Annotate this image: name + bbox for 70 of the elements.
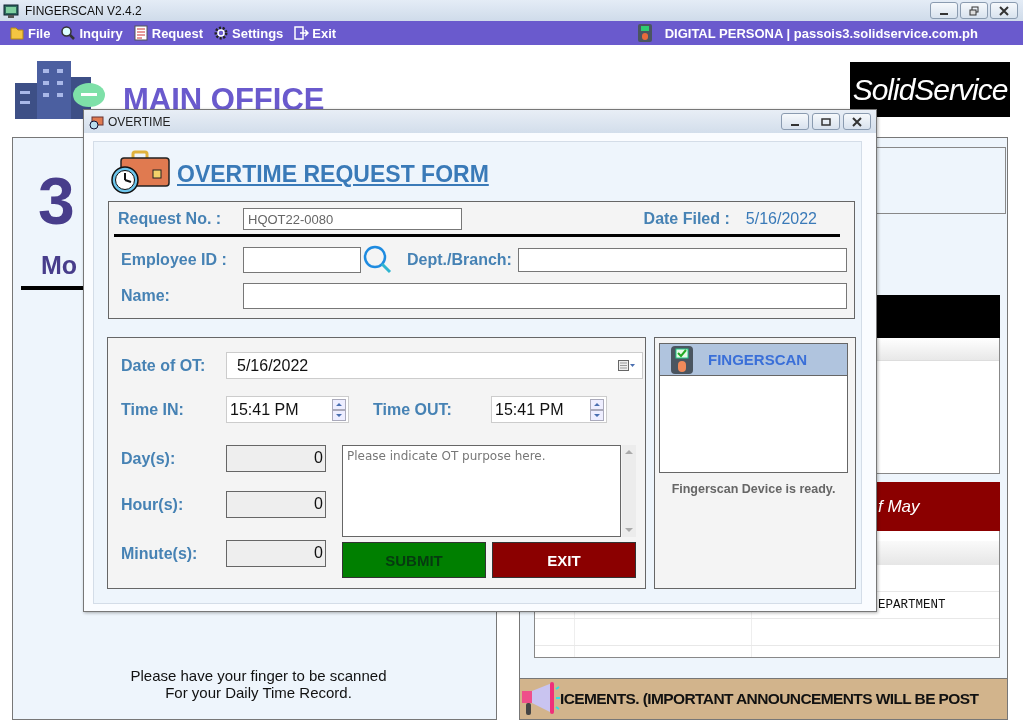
field-label: Name: (120, 287, 171, 305)
document-icon (132, 25, 149, 41)
instruction-text: Please have your finger to be scanned (130, 667, 387, 684)
menu-item[interactable]: Settings (210, 22, 291, 44)
megaphone-icon (520, 681, 560, 717)
maximize-button[interactable] (812, 113, 840, 130)
folder-icon (9, 25, 25, 41)
spin-arrows-icon[interactable] (590, 398, 604, 421)
menu-item[interactable]: File (6, 22, 58, 44)
duration-field: 0 (226, 491, 326, 518)
dept-branch-field[interactable] (517, 248, 847, 272)
field-label: Employee ID : (120, 251, 228, 269)
device-info: DIGITAL PERSONA | passois3.solidservice.com.ph (664, 25, 978, 41)
scanner-icon (636, 23, 653, 43)
purpose-field[interactable]: Please indicate OT purpose here. (342, 445, 621, 537)
scrollbar[interactable] (622, 445, 636, 537)
table-cell: EPARTMENT (878, 598, 946, 612)
field-label: Dept./Branch: (407, 251, 512, 269)
calendar-icon[interactable] (618, 359, 636, 372)
banner-text: f May (878, 496, 920, 517)
close-icon (998, 5, 1010, 16)
request-number-field[interactable]: HQOT22-0080 (243, 208, 462, 230)
instruction-text: For your Daily Time Record. (165, 684, 352, 701)
date-filed-value: 5/16/2022 (745, 210, 817, 228)
date-picker[interactable]: 5/16/2022 (226, 352, 643, 379)
time-in-field[interactable]: 15:41 PM (226, 396, 349, 423)
menu-item[interactable]: Request (129, 22, 211, 44)
employee-id-field[interactable] (243, 247, 361, 273)
announcement-text: ICEMENTS. (IMPORTANT ANNOUNCEMENTS WILL BE POST (560, 690, 979, 708)
field-label: Minute(s): (121, 544, 199, 563)
minimize-button[interactable] (781, 113, 809, 130)
office-title: MAIN OFFICE (123, 84, 325, 115)
menu-item[interactable]: Exit (290, 22, 344, 44)
company-logo: SolidService (850, 62, 1010, 117)
app-icon (3, 2, 19, 19)
field-label: Day(s): (121, 449, 177, 468)
dialog-title: OVERTIME (108, 114, 171, 129)
restore-button[interactable] (960, 2, 988, 19)
restore-icon (968, 5, 980, 16)
field-label: Request No. : (118, 210, 223, 228)
count-number: 3 (37, 168, 75, 234)
close-button[interactable] (990, 2, 1018, 19)
maximize-icon (820, 116, 832, 127)
minimize-icon (940, 12, 948, 15)
field-label: Time OUT: (373, 400, 453, 419)
form-title: OVERTIME REQUEST FORM (177, 161, 489, 188)
minimize-button[interactable] (930, 2, 958, 19)
time-out-field[interactable]: 15:41 PM (491, 396, 607, 423)
settings-icon (213, 25, 230, 41)
count-label: Mo (40, 251, 78, 280)
field-label: Hour(s): (121, 495, 185, 514)
minimize-icon (791, 123, 799, 126)
spin-arrows-icon[interactable] (332, 398, 346, 421)
scanner-icon (670, 344, 694, 375)
search-icon (60, 25, 77, 41)
exit-button[interactable]: EXIT (492, 542, 636, 578)
field-label: Date of OT: (121, 356, 207, 375)
window-title: FINGERSCAN V2.4.2 (25, 3, 142, 18)
search-icon[interactable] (361, 245, 393, 275)
duration-field: 0 (226, 540, 326, 567)
close-icon (851, 116, 863, 127)
field-label: Date Filed : (643, 210, 730, 228)
exit-icon (293, 25, 310, 41)
field-label: Time IN: (121, 400, 185, 419)
duration-field: 0 (226, 445, 326, 472)
name-field[interactable] (243, 283, 847, 309)
menu-item[interactable]: Inquiry (57, 22, 130, 44)
fingerscan-title: FINGERSCAN (708, 351, 808, 368)
close-button[interactable] (843, 113, 871, 130)
device-status: Fingerscan Device is ready. (670, 482, 837, 496)
